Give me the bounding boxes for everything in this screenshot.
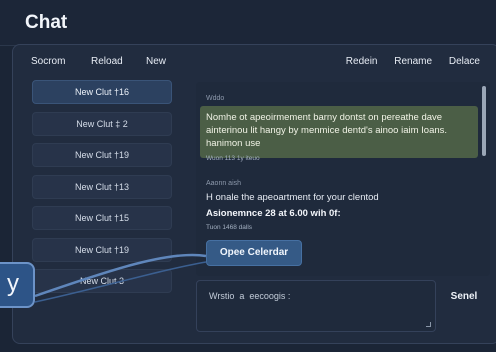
chat-list-item[interactable]: New Clut †13 (32, 174, 172, 199)
sidebar: Socrom Reload New New Clut †16 New Clut … (20, 50, 180, 344)
message-scrollbar[interactable] (482, 86, 486, 156)
message-text: Nomhe ot apeoirmement barny dontst on pe… (206, 112, 448, 149)
open-calendar-button[interactable]: Opee Celerdar (206, 240, 302, 266)
message-timestamp: Wuon 113 1y iteuo (206, 155, 260, 162)
title-bar: Chat (0, 0, 496, 46)
rename-button[interactable]: Rename (394, 56, 432, 67)
message-composer (196, 280, 436, 332)
chat-list-item[interactable]: New Clut ‡ 2 (32, 111, 172, 136)
message-text-emphasis: Asionemnce 28 at 6.00 wih 0f: (206, 208, 341, 219)
chat-list: New Clut †16 New Clut ‡ 2 New Clut †19 N… (32, 80, 172, 301)
new-chat-button[interactable]: New (146, 56, 166, 67)
chat-list-item[interactable]: New Clut †15 (32, 206, 172, 230)
message-input[interactable] (197, 281, 435, 331)
sidebar-toolbar: Socrom Reload New (20, 56, 180, 72)
message-sender-label: Aaonn aish (206, 180, 242, 187)
highlighted-message: Nomhe ot apeoirmement barny dontst on pe… (200, 106, 478, 158)
chat-list-item[interactable]: New Clut †16 (32, 80, 172, 104)
app-title: Chat (25, 12, 68, 33)
search-button[interactable]: Socrom (31, 56, 65, 67)
conversation-toolbar: Redein Rename Delace (332, 56, 480, 70)
message-sender-label: Wddo (206, 95, 225, 102)
delete-button[interactable]: Delace (449, 56, 480, 67)
message-timestamp: Tuon 1468 dalls (206, 224, 253, 231)
redo-button[interactable]: Redein (346, 56, 378, 67)
callout-badge: y (0, 262, 35, 308)
chat-list-item[interactable]: New Clut 3 (32, 269, 172, 293)
reload-button[interactable]: Reload (91, 56, 123, 67)
message-text: H onale the apeoartment for your clentod (206, 192, 379, 203)
send-button[interactable]: Senel (440, 284, 488, 310)
chat-list-item[interactable]: New Clut †19 (32, 237, 172, 262)
chat-list-item[interactable]: New Clut †19 (32, 143, 172, 167)
resize-handle-icon[interactable] (426, 322, 431, 327)
